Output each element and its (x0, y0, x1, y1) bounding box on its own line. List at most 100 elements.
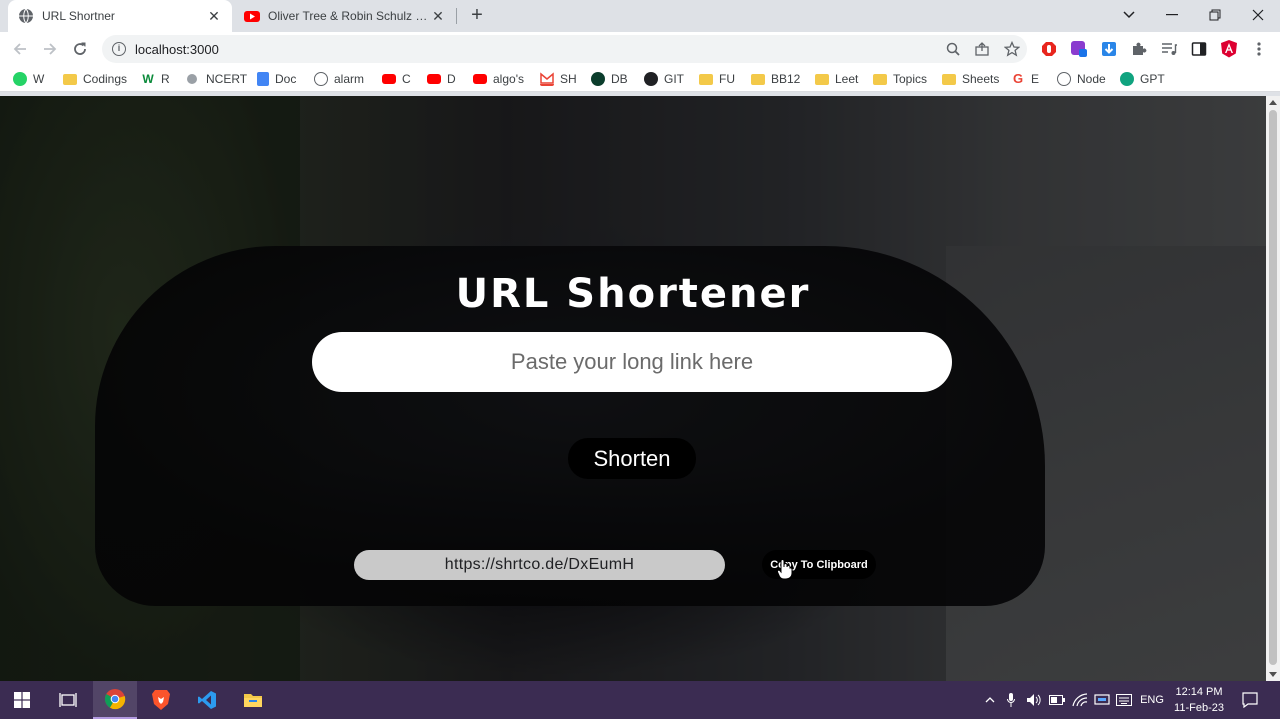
hand-cursor-icon (776, 559, 793, 580)
network-display-icon[interactable] (1092, 681, 1112, 719)
bookmark-ncert[interactable]: NCERT (187, 70, 247, 88)
bookmark-label: W (33, 72, 45, 86)
angular-devtools-icon[interactable] (1220, 40, 1238, 58)
task-view-icon (59, 693, 77, 707)
tab-separator (456, 8, 457, 24)
bookmark-label: GPT (1140, 72, 1165, 86)
bookmark-e[interactable]: GE (1011, 70, 1039, 88)
bookmark-label: Sheets (962, 72, 1000, 86)
tab-strip: URL Shortner ✕ Oliver Tree & Robin Schul… (0, 0, 1280, 32)
zoom-search-icon[interactable] (944, 40, 962, 58)
chevron-down-icon (1123, 11, 1135, 19)
volume-icon[interactable] (1024, 681, 1044, 719)
bookmark-label: Doc (275, 72, 297, 86)
bookmark-d[interactable]: D (427, 70, 456, 88)
bookmark-leet[interactable]: Leet (815, 70, 858, 88)
more-menu-icon[interactable] (1250, 40, 1268, 58)
youtube-icon (473, 74, 487, 84)
site-info-icon[interactable]: i (112, 42, 126, 56)
start-button[interactable] (0, 681, 44, 719)
arrow-left-icon (13, 43, 26, 55)
bookmark-label: D (447, 72, 456, 86)
folder-icon (815, 74, 829, 85)
tab-search-button[interactable] (1107, 0, 1151, 30)
language-indicator[interactable]: ENG (1137, 681, 1167, 719)
taskbar-vscode[interactable] (185, 681, 229, 719)
youtube-icon (427, 74, 441, 84)
maximize-button[interactable] (1193, 0, 1237, 30)
taskbar-brave[interactable] (139, 681, 183, 719)
globe-icon (19, 8, 33, 24)
share-icon[interactable] (973, 40, 991, 58)
bookmark-bb12[interactable]: BB12 (751, 70, 800, 88)
close-window-button[interactable] (1236, 0, 1280, 30)
address-bar[interactable]: i localhost:3000 (102, 35, 1027, 63)
shorten-button[interactable]: Shorten (568, 438, 696, 479)
globe-icon (187, 74, 197, 84)
reload-button[interactable] (68, 37, 92, 61)
bookmark-doc[interactable]: Doc (257, 70, 296, 88)
taskbar-chrome[interactable] (93, 681, 137, 719)
side-panel-icon[interactable] (1190, 40, 1208, 58)
task-view-button[interactable] (46, 681, 90, 719)
folder-icon (942, 74, 956, 85)
bookmark-label: algo's (493, 72, 524, 86)
bookmark-topics[interactable]: Topics (873, 70, 927, 88)
folder-icon (751, 74, 765, 85)
bookmark-label: FU (719, 72, 735, 86)
close-tab-icon[interactable]: ✕ (206, 8, 222, 24)
wifi-icon[interactable] (1070, 681, 1090, 719)
taskbar-clock[interactable]: 12:14 PM 11-Feb-23 (1166, 684, 1232, 716)
bookmark-sh[interactable]: SH (540, 70, 577, 88)
bookmark-fu[interactable]: FU (699, 70, 735, 88)
colorzilla-extension-icon[interactable] (1070, 40, 1088, 58)
media-controls-icon[interactable] (1160, 40, 1178, 58)
battery-icon[interactable] (1047, 681, 1067, 719)
tab-url-shortner[interactable]: URL Shortner ✕ (8, 0, 232, 32)
bookmark-star-icon[interactable] (1003, 40, 1021, 58)
adblock-extension-icon[interactable] (1040, 40, 1058, 58)
bookmark-algos[interactable]: algo's (473, 70, 524, 88)
close-tab-icon[interactable]: ✕ (430, 8, 446, 24)
bookmark-label: C (402, 72, 411, 86)
bookmark-db[interactable]: DB (591, 70, 628, 88)
bookmark-sheets[interactable]: Sheets (942, 70, 999, 88)
bookmark-r[interactable]: WR (141, 70, 170, 88)
tab-title: Oliver Tree & Robin Schulz - Miss You (268, 9, 430, 23)
long-link-input[interactable] (312, 332, 952, 392)
page-background: URL Shortener Shorten https://shrtco.de/… (0, 96, 1266, 681)
bookmark-node[interactable]: Node (1057, 70, 1106, 88)
bookmark-label: Leet (835, 72, 859, 86)
extensions-puzzle-icon[interactable] (1130, 40, 1148, 58)
folder-icon (63, 74, 77, 85)
minimize-icon (1166, 14, 1178, 16)
minimize-button[interactable] (1150, 0, 1194, 30)
new-tab-button[interactable]: + (466, 5, 488, 26)
bookmark-label: SH (560, 72, 577, 86)
bookmark-git[interactable]: GIT (644, 70, 684, 88)
tab-oliver-tree[interactable]: Oliver Tree & Robin Schulz - Miss You ✕ (234, 0, 456, 32)
scroll-down-arrow-icon[interactable] (1269, 672, 1277, 677)
scroll-thumb[interactable] (1269, 110, 1277, 665)
vscode-icon (198, 691, 216, 709)
whatsapp-icon (13, 72, 27, 86)
bookmark-label: BB12 (771, 72, 801, 86)
show-hidden-icons-button[interactable] (980, 681, 1000, 719)
page-scrollbar[interactable] (1266, 96, 1280, 681)
bookmark-alarm[interactable]: alarm (314, 70, 364, 88)
bookmark-w[interactable]: W (13, 70, 44, 88)
bookmark-label: R (161, 72, 170, 86)
download-extension-icon[interactable] (1100, 40, 1118, 58)
keyboard-icon[interactable] (1114, 681, 1134, 719)
bookmark-codings[interactable]: Codings (63, 70, 127, 88)
windows-taskbar: ENG 12:14 PM 11-Feb-23 (0, 681, 1280, 719)
microphone-icon[interactable] (1003, 681, 1019, 719)
taskbar-file-explorer[interactable] (231, 681, 275, 719)
notifications-button[interactable] (1238, 681, 1262, 719)
scroll-up-arrow-icon[interactable] (1269, 100, 1277, 105)
forward-button[interactable] (38, 37, 62, 61)
bookmark-gpt[interactable]: GPT (1120, 70, 1165, 88)
bookmark-c[interactable]: C (382, 70, 411, 88)
short-url-display: https://shrtco.de/DxEumH (354, 550, 725, 580)
back-button[interactable] (8, 37, 32, 61)
